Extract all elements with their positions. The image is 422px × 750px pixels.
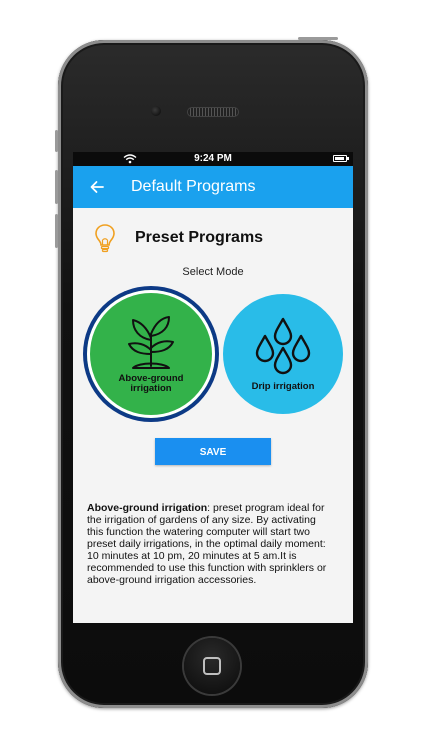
mode-selector: Above-ground irrigation Drip irrigation [87, 290, 343, 420]
mode-drip[interactable]: Drip irrigation [223, 294, 343, 414]
volume-down-button [55, 214, 58, 248]
mode-above-ground-label-line2: irrigation [130, 383, 172, 394]
water-drops-icon [255, 317, 311, 375]
earpiece-speaker [188, 108, 238, 116]
save-button[interactable]: SAVE [155, 438, 271, 465]
battery-icon [333, 155, 349, 162]
mute-switch [55, 130, 58, 152]
status-bar: 9:24 PM [73, 152, 353, 166]
app-bar: Default Programs [73, 166, 353, 208]
screen: 9:24 PM Default Programs Preset Programs [73, 152, 353, 623]
save-wrap: SAVE [87, 438, 339, 465]
mode-drip-label: Drip irrigation [251, 381, 315, 392]
plant-icon [128, 316, 174, 369]
section-header: Preset Programs [87, 220, 339, 256]
content: Preset Programs Select Mode Above-ground… [73, 208, 353, 586]
section-title: Preset Programs [135, 229, 264, 246]
power-button [298, 37, 338, 40]
mode-above-ground[interactable]: Above-ground irrigation [87, 290, 215, 418]
description-title: Above-ground irrigation [87, 502, 208, 514]
battery-level [335, 157, 344, 160]
mode-description: Above-ground irrigation: preset program … [87, 502, 339, 586]
description-body: : preset program ideal for the irrigatio… [87, 502, 327, 586]
status-time: 9:24 PM [194, 153, 232, 164]
phone-frame: 9:24 PM Default Programs Preset Programs [55, 37, 368, 708]
front-camera [151, 106, 161, 116]
home-button[interactable] [184, 638, 240, 694]
volume-up-button [55, 170, 58, 204]
home-square-icon [203, 657, 221, 675]
back-arrow-icon[interactable] [89, 179, 105, 195]
select-mode-label: Select Mode [182, 266, 244, 278]
lightbulb-icon [95, 224, 115, 253]
app-bar-title: Default Programs [131, 178, 256, 195]
